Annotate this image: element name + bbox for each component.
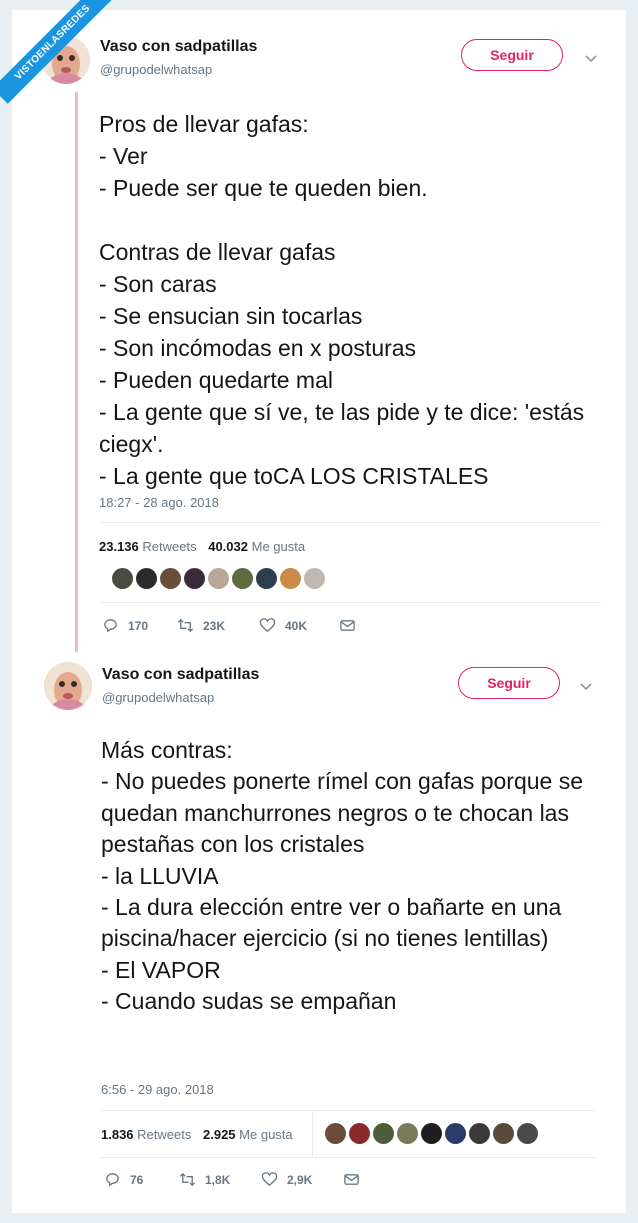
liker-avatar[interactable] (517, 1123, 538, 1144)
tweet-timestamp[interactable]: 6:56 - 29 ago. 2018 (101, 1082, 214, 1097)
liker-avatar[interactable] (280, 568, 301, 589)
retweet-icon (179, 1172, 196, 1187)
liker-avatars (325, 1123, 538, 1144)
author-handle[interactable]: @grupodelwhatsap (100, 62, 212, 77)
tweet-text: Más contras: - No puedes ponerte rímel c… (101, 737, 584, 1015)
liker-avatar[interactable] (397, 1123, 418, 1144)
tweet-timestamp[interactable]: 18:27 - 28 ago. 2018 (99, 495, 219, 510)
liker-avatar[interactable] (304, 568, 325, 589)
dm-action[interactable] (339, 617, 356, 634)
like-action-count: 40K (285, 618, 308, 633)
author-name[interactable]: Vaso con sadpatillas (100, 38, 257, 56)
retweet-label[interactable]: Retweets (142, 539, 196, 554)
like-action[interactable]: 2,9K (261, 1171, 343, 1188)
liker-avatar[interactable] (232, 568, 253, 589)
liker-avatar[interactable] (136, 568, 157, 589)
divider (99, 522, 601, 523)
divider (99, 602, 601, 603)
heart-icon (259, 618, 276, 633)
message-icon (340, 620, 355, 631)
retweet-action[interactable]: 1,8K (179, 1171, 261, 1188)
liker-avatar[interactable] (325, 1123, 346, 1144)
liker-avatar[interactable] (349, 1123, 370, 1144)
retweet-action-count: 23K (203, 618, 226, 633)
liker-avatar[interactable] (445, 1123, 466, 1144)
reply-icon (104, 619, 117, 633)
reply-icon (106, 1173, 119, 1187)
like-label[interactable]: Me gusta (239, 1127, 292, 1142)
like-action-count: 2,9K (287, 1172, 313, 1187)
liker-avatars (112, 568, 325, 589)
retweet-count[interactable]: 23.136 (99, 539, 139, 554)
divider (101, 1110, 595, 1111)
tweet-actions: 76 1,8K 2,9K (104, 1171, 360, 1188)
stats-separator (312, 1111, 313, 1157)
heart-icon (261, 1172, 278, 1187)
retweet-count[interactable]: 1.836 (101, 1127, 134, 1142)
author-name[interactable]: Vaso con sadpatillas (102, 666, 259, 684)
retweet-action[interactable]: 23K (177, 617, 259, 634)
liker-avatar[interactable] (256, 568, 277, 589)
retweet-label[interactable]: Retweets (137, 1127, 191, 1142)
tweet-stats: 1.836 Retweets 2.925 Me gusta (101, 1127, 293, 1142)
reply-action[interactable]: 76 (104, 1171, 179, 1188)
liker-avatar[interactable] (373, 1123, 394, 1144)
chevron-down-icon[interactable] (583, 50, 599, 66)
tweet-text: Pros de llevar gafas: - Ver - Puede ser … (99, 111, 585, 489)
like-action[interactable]: 40K (259, 617, 339, 634)
liker-avatar[interactable] (469, 1123, 490, 1144)
chevron-down-icon[interactable] (578, 678, 594, 694)
follow-button[interactable]: Seguir (461, 39, 563, 71)
avatar-image (44, 662, 92, 710)
dm-action[interactable] (343, 1171, 360, 1188)
avatar[interactable] (44, 662, 92, 710)
like-label[interactable]: Me gusta (252, 539, 305, 554)
liker-avatar[interactable] (184, 568, 205, 589)
retweet-action-count: 1,8K (205, 1172, 231, 1187)
like-count[interactable]: 40.032 (208, 539, 248, 554)
tweet-stats: 23.136 Retweets 40.032 Me gusta (99, 539, 305, 554)
retweet-icon (177, 618, 194, 633)
tweet-actions: 170 23K 40K (102, 617, 356, 634)
thread-line (75, 92, 78, 652)
author-handle[interactable]: @grupodelwhatsap (102, 690, 214, 705)
liker-avatar[interactable] (112, 568, 133, 589)
reply-count: 76 (130, 1172, 144, 1187)
message-icon (344, 1174, 359, 1185)
follow-button[interactable]: Seguir (458, 667, 560, 699)
divider (101, 1157, 595, 1158)
reply-action[interactable]: 170 (102, 617, 177, 634)
liker-avatar[interactable] (493, 1123, 514, 1144)
liker-avatar[interactable] (208, 568, 229, 589)
tweet-frame: VISTOENLASREDES Vaso con sadpatillas @gr… (0, 0, 626, 1213)
liker-avatar[interactable] (160, 568, 181, 589)
reply-count: 170 (128, 618, 149, 633)
liker-avatar[interactable] (421, 1123, 442, 1144)
watermark-banner: VISTOENLASREDES (0, 0, 114, 104)
like-count[interactable]: 2.925 (203, 1127, 236, 1142)
